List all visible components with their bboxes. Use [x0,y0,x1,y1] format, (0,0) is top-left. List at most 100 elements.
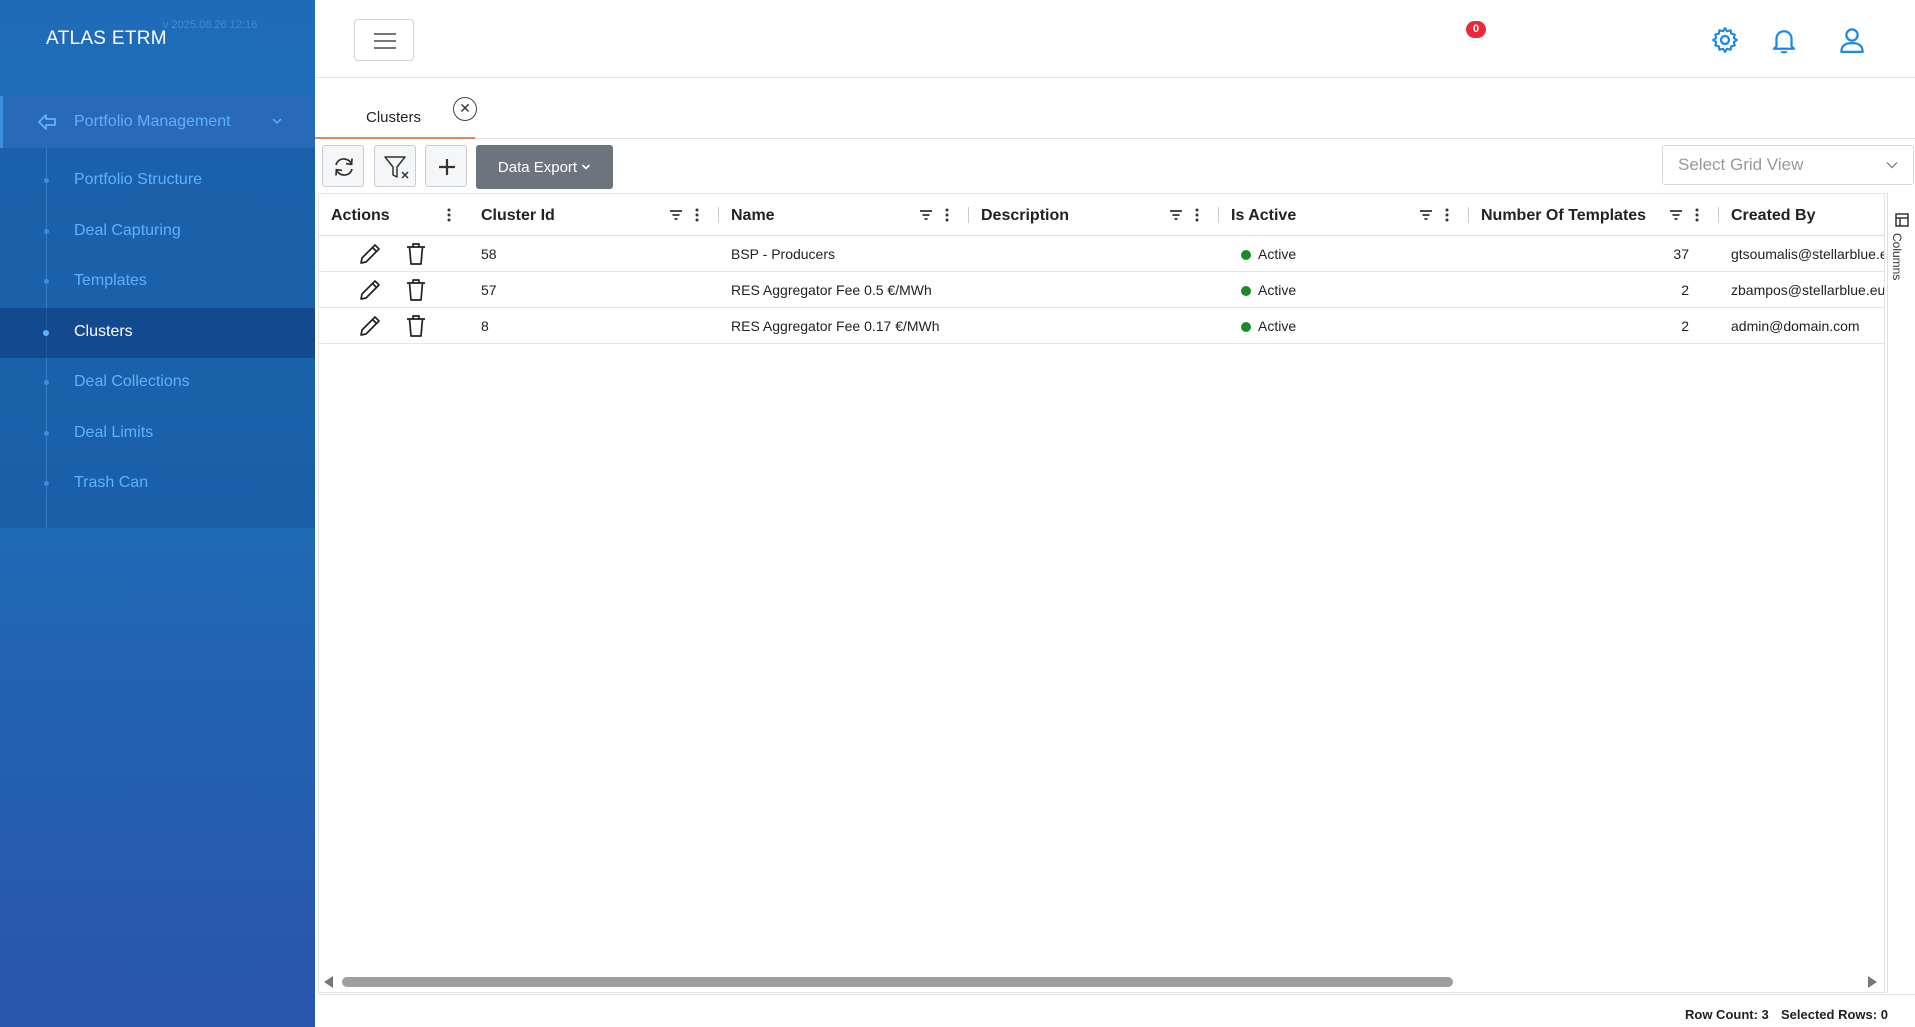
bullet-icon [44,279,49,284]
cluster-name: RES Aggregator Fee 0.5 €/MWh [731,282,932,298]
scroll-left-icon[interactable] [324,976,333,988]
grid-view-select[interactable]: Select Grid View [1662,145,1914,185]
column-header-label: Description [981,207,1070,224]
bullet-icon [44,431,49,436]
trash-icon[interactable] [403,277,429,303]
column-menu-icon[interactable] [447,207,451,223]
filter-icon[interactable] [1419,208,1433,222]
table-row[interactable]: 58 BSP - Producers Active 37 gtsoumalis@… [319,236,1884,272]
column-header-is-active[interactable]: Is Active [1219,194,1469,236]
column-header-created-by[interactable]: Created By [1719,194,1884,236]
filter-icon[interactable] [1169,208,1183,222]
cluster-name: RES Aggregator Fee 0.17 €/MWh [731,318,940,334]
sidebar-item-deal-capturing[interactable]: Deal Capturing [0,207,315,257]
gear-icon[interactable] [1710,25,1740,55]
bullet-icon [44,481,49,486]
nav-parent-label: Portfolio Management [74,113,231,130]
user-icon[interactable] [1837,25,1867,55]
trash-icon[interactable] [403,313,429,339]
column-header-label: Cluster Id [481,207,555,224]
grid-view-placeholder: Select Grid View [1678,155,1804,174]
column-menu-icon[interactable] [945,207,949,223]
column-header-description[interactable]: Description [969,194,1219,236]
clear-filter-button[interactable] [374,145,416,187]
filter-icon[interactable] [1669,208,1683,222]
tab-bar: Clusters [315,79,1915,139]
bullet-icon [44,380,49,385]
column-header-cluster-id[interactable]: Cluster Id [469,194,719,236]
plus-icon [439,159,455,175]
sidebar-item-deal-collections[interactable]: Deal Collections [0,358,315,408]
column-menu-icon[interactable] [695,207,699,223]
created-by: admin@domain.com [1731,318,1860,334]
scroll-right-icon[interactable] [1868,976,1877,988]
status-label: Active [1258,318,1297,334]
grid-footer: Row Count: 3 Selected Rows: 0 [318,994,1915,1027]
menu-toggle-button[interactable] [354,19,414,61]
column-menu-icon[interactable] [1445,207,1449,223]
column-menu-icon[interactable] [1695,207,1699,223]
selected-rows: Selected Rows: 0 [1781,1007,1888,1022]
tab-label: Clusters [366,109,422,126]
columns-side-panel-toggle[interactable]: Columns [1887,193,1915,993]
cluster-id: 57 [481,282,497,298]
sidebar: ATLAS ETRM v 2025.08.26 12:16 Portfolio … [0,0,315,1027]
bell-icon[interactable] [1769,25,1799,55]
sidebar-item-label: Trash Can [74,474,149,491]
sidebar-item-trash-can[interactable]: Trash Can [0,459,315,509]
cluster-name: BSP - Producers [731,246,836,262]
column-header-name[interactable]: Name [719,194,969,236]
sidebar-item-deal-limits[interactable]: Deal Limits [0,409,315,459]
sidebar-item-clusters[interactable]: Clusters [0,308,315,358]
row-count: Row Count: 3 [1685,1007,1769,1022]
status-badge: Active [1241,246,1296,262]
status-badge: Active [1241,282,1296,298]
sidebar-item-label: Deal Collections [74,373,190,390]
arrow-left-icon [38,114,56,130]
filter-icon[interactable] [919,208,933,222]
created-by: zbampos@stellarblue.eu [1731,282,1885,298]
trash-icon[interactable] [403,241,429,267]
sidebar-item-label: Clusters [74,323,133,340]
app-title[interactable]: ATLAS ETRM [46,28,167,50]
sidebar-item-label: Portfolio Structure [74,171,203,188]
column-header-number-of-templates[interactable]: Number Of Templates [1469,194,1719,236]
status-dot-icon [1241,286,1251,296]
column-menu-icon[interactable] [1195,207,1199,223]
filter-icon[interactable] [669,208,683,222]
bullet-icon [44,178,49,183]
refresh-button[interactable] [322,145,364,187]
sidebar-item-portfolio-structure[interactable]: Portfolio Structure [0,156,315,206]
column-header-label: Actions [331,207,390,224]
nav-portfolio-management[interactable]: Portfolio Management [0,96,315,148]
bullet-icon [43,330,49,336]
table-row[interactable]: 8 RES Aggregator Fee 0.17 €/MWh Active 2… [319,308,1884,344]
data-export-label: Data Export [497,158,578,176]
columns-panel-label: Columns [1890,233,1904,281]
grid-header: Actions Cluster Id Name Description Is A… [319,194,1884,236]
data-export-button[interactable]: Data Export [476,145,613,189]
table-row[interactable]: 57 RES Aggregator Fee 0.5 €/MWh Active 2… [319,272,1885,308]
tab-close-icon[interactable]: ✕ [453,97,477,121]
nav-group-portfolio: Portfolio Management Portfolio Structure… [0,96,315,528]
column-header-actions[interactable]: Actions [319,194,467,236]
horizontal-scrollbar[interactable] [318,970,1885,992]
chevron-down-icon [1886,162,1898,169]
column-header-label: Name [731,207,775,224]
refresh-icon [335,158,353,176]
status-dot-icon [1241,250,1251,260]
chevron-down-icon [272,118,282,125]
scrollbar-thumb[interactable] [342,977,1453,987]
chevron-down-icon [582,164,591,170]
top-bar [315,0,1915,78]
tab-clusters[interactable]: Clusters [315,79,475,139]
edit-icon[interactable] [357,313,383,339]
status-label: Active [1258,246,1297,262]
edit-icon[interactable] [357,241,383,267]
sidebar-item-templates[interactable]: Templates [0,257,315,307]
column-header-label: Is Active [1231,207,1297,224]
menu-icon [374,47,396,49]
edit-icon[interactable] [357,277,383,303]
menu-icon [374,40,396,42]
add-cluster-button[interactable] [425,145,467,187]
